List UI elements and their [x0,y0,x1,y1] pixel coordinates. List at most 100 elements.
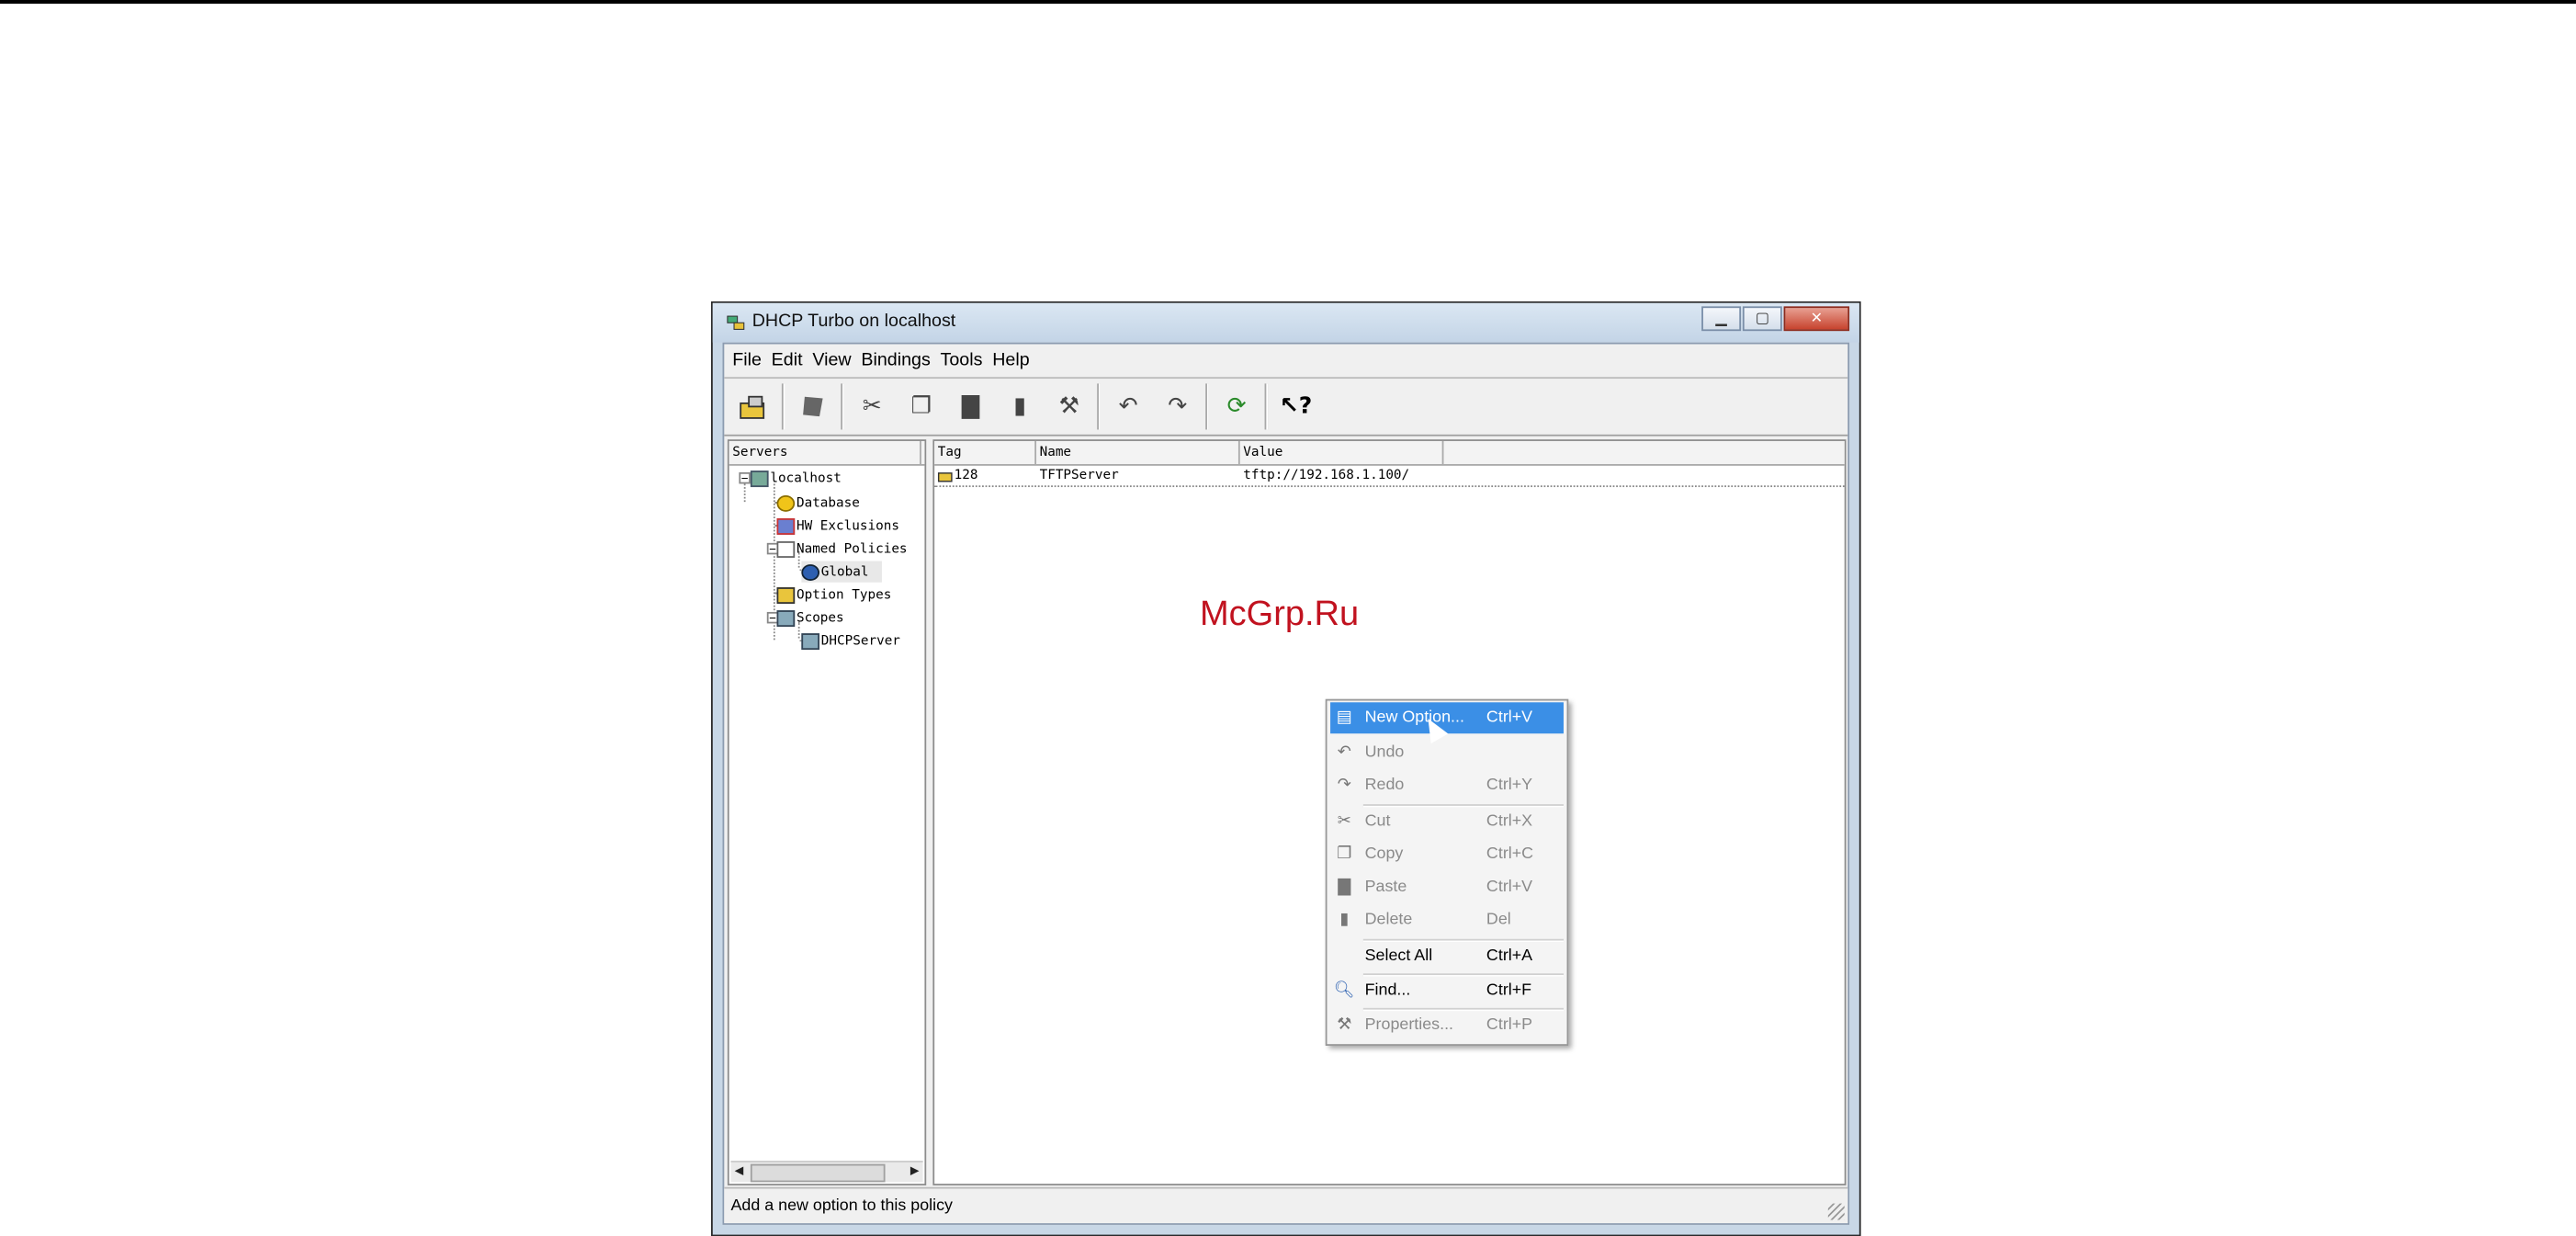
toolbar-separator [1097,383,1101,430]
undo-icon: ↶ [1337,743,1351,762]
server-icon [750,470,769,487]
window-title: DHCP Turbo on localhost [751,311,956,332]
menu-file[interactable]: File [732,351,762,370]
menu-item-label: Find... [1364,981,1411,1000]
menu-item-undo[interactable]: ↶ Undo [1330,737,1564,768]
paste-icon: ▇ [961,393,980,420]
column-header-name[interactable]: Name [1036,440,1240,465]
menu-bindings[interactable]: Bindings [861,351,930,370]
menu-item-properties[interactable]: ⚒ Properties... Ctrl+P [1330,1010,1564,1041]
tree-label: Database [796,494,860,511]
tree-label: Scopes [796,610,844,626]
redo-button[interactable]: ↷ [1158,387,1197,426]
refresh-button[interactable]: ⟳ [1217,387,1257,426]
menu-help[interactable]: Help [992,351,1029,370]
menu-item-paste[interactable]: ▇ Paste Ctrl+V [1330,871,1564,902]
table-row[interactable]: 128 TFTPServer tftp://192.168.1.100/ [934,466,1845,488]
properties-button[interactable]: ⚒ [1049,387,1089,426]
column-header-tag[interactable]: Tag [934,440,1037,465]
copy-button[interactable]: ❐ [901,387,941,426]
menu-item-redo[interactable]: ↷ Redo Ctrl+Y [1330,770,1564,801]
horizontal-scrollbar[interactable]: ◀ ▶ [730,1161,923,1183]
delete-button[interactable]: ▮ [1000,387,1040,426]
maximize-button[interactable]: ▢ [1742,306,1782,332]
redo-icon: ↷ [1168,393,1188,420]
menu-tools[interactable]: Tools [941,351,983,370]
tree-item-named-policies[interactable]: Named Policies [776,538,908,559]
redo-icon: ↷ [1337,776,1351,795]
cell-name: TFTPServer [1039,467,1119,482]
menu-edit[interactable]: Edit [772,351,803,370]
new-server-button[interactable] [734,387,774,426]
database-button[interactable] [793,387,832,426]
column-header-value[interactable]: Value [1240,440,1444,465]
tree-label: Named Policies [796,541,908,557]
tree-item-global[interactable]: Global [801,561,882,583]
database-icon [803,396,823,417]
menu-item-shortcut: Ctrl+V [1486,878,1533,897]
close-button[interactable]: ✕ [1783,306,1850,332]
column-header-servers[interactable]: Servers [729,440,921,465]
tree-item-hw-exclusions[interactable]: HW Exclusions [776,515,899,536]
tree-label: DHCPServer [820,633,900,649]
menu-item-select-all[interactable]: Select All Ctrl+A [1330,941,1564,972]
find-icon: 🔍︎ [1333,981,1355,1000]
tree-label: localhost [770,471,842,486]
toolbar-separator [841,383,844,430]
copy-icon: ❐ [910,393,932,420]
properties-icon: ⚒ [1058,393,1080,420]
scroll-right-arrow-icon[interactable]: ▶ [907,1162,923,1181]
cut-button[interactable]: ✂ [853,387,892,426]
menu-item-delete[interactable]: ▮ Delete Del [1330,904,1564,936]
status-bar: Add a new option to this policy [724,1186,1848,1224]
watermark-text: McGrp.Ru [1200,595,1360,633]
resize-grip-icon[interactable] [1827,1203,1845,1220]
menu-item-label: Copy [1364,845,1404,864]
undo-icon: ↶ [1118,393,1138,420]
toolbar-separator [1205,383,1209,430]
tree-item-dhcpserver[interactable]: DHCPServer [801,630,900,652]
paste-button[interactable]: ▇ [951,387,990,426]
options-pane: Tag Name Value 128 TFTPServer tftp://192… [932,439,1847,1185]
menu-item-shortcut: Ctrl+Y [1486,776,1533,795]
cell-tag: 128 [934,466,1036,485]
menu-item-label: Delete [1364,911,1413,930]
menu-item-cut[interactable]: ✂ Cut Ctrl+X [1330,806,1564,837]
collapse-toggle[interactable]: − [739,471,751,484]
tree-item-database[interactable]: Database [776,492,860,513]
refresh-icon: ⟳ [1226,393,1247,420]
status-text: Add a new option to this policy [730,1196,954,1216]
tree-label: Option Types [796,587,892,603]
delete-icon: ▮ [1339,911,1350,930]
menu-item-copy[interactable]: ❐ Copy Ctrl+C [1330,839,1564,870]
tree-item-localhost[interactable]: localhost [750,468,842,489]
tree-item-option-types[interactable]: Option Types [776,584,892,606]
maximize-icon: ▢ [1755,310,1769,327]
scopes-icon [776,609,796,627]
menu-item-new-option[interactable]: ▤ New Option... Ctrl+V [1330,702,1564,744]
app-window: DHCP Turbo on localhost ▁ ▢ ✕ File Edit … [711,301,1861,1236]
close-icon: ✕ [1810,310,1824,327]
options-header: Tag Name Value [934,440,1845,466]
context-help-button[interactable]: ↖? [1276,387,1316,426]
database-icon [776,494,796,511]
toolbar-separator [781,383,785,430]
cell-value: tftp://192.168.1.100/ [1243,467,1410,482]
menu-item-find[interactable]: 🔍︎ Find... Ctrl+F [1330,975,1564,1006]
scroll-left-arrow-icon[interactable]: ◀ [730,1162,747,1181]
menu-item-label: Select All [1364,947,1433,966]
menu-item-label: Undo [1364,743,1405,762]
servers-header: Servers [729,440,925,466]
scope-server-icon [801,632,820,650]
servers-pane: Servers − localhost Database HW Exclusio… [727,439,927,1185]
context-help-icon: ↖? [1279,393,1313,420]
menu-item-label: Paste [1364,878,1407,897]
window-client-area: File Edit View Bindings Tools Help ✂ ❐ ▇… [722,342,1850,1225]
cut-icon: ✂ [862,393,882,420]
minimize-button[interactable]: ▁ [1701,306,1742,332]
tree-item-scopes[interactable]: Scopes [776,607,844,629]
scroll-thumb[interactable] [750,1163,886,1183]
undo-button[interactable]: ↶ [1109,387,1148,426]
top-border-line [0,0,2576,4]
menu-view[interactable]: View [812,351,851,370]
